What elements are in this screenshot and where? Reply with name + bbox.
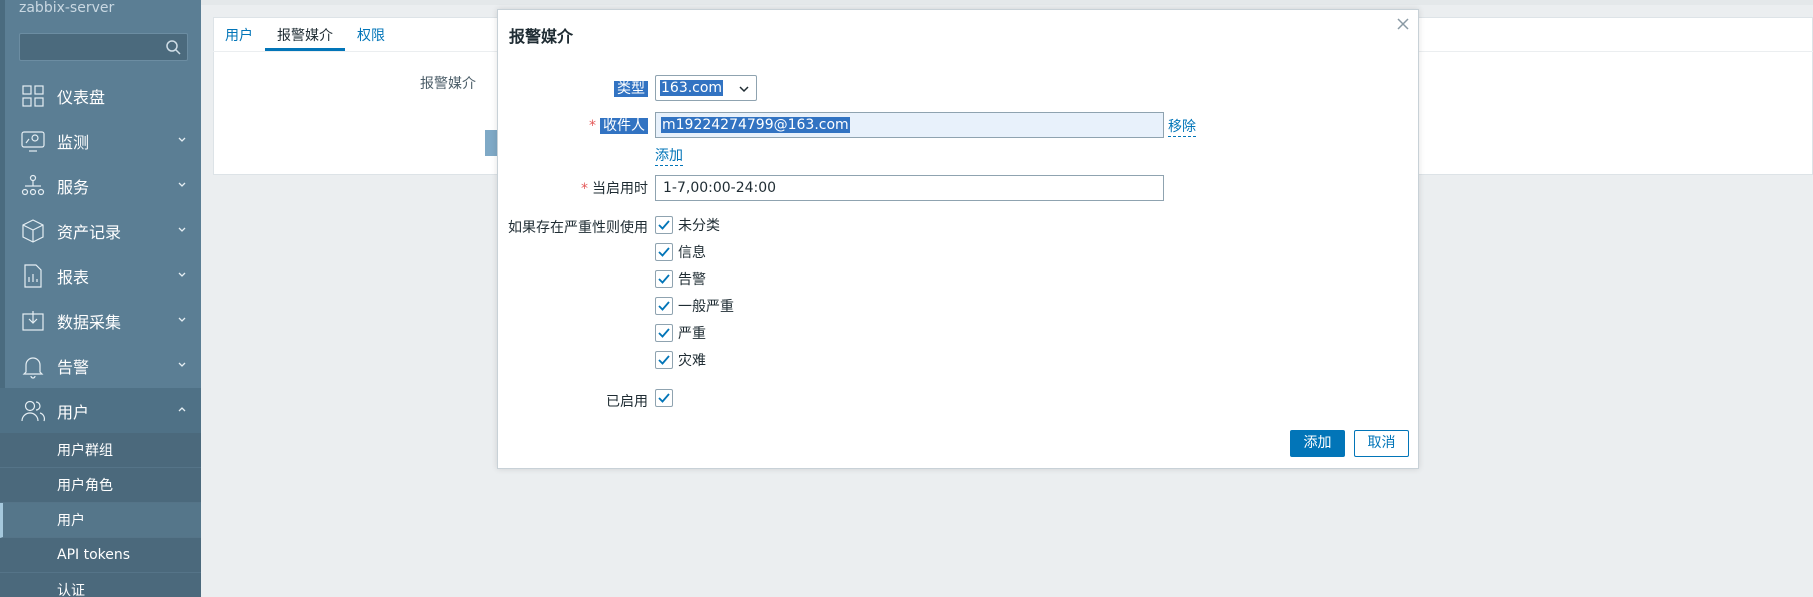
tab-media[interactable]: 报警媒介 [265,17,345,51]
severity-high[interactable]: 严重 [655,323,706,343]
tab-user[interactable]: 用户 [213,17,265,51]
add-recipient-link[interactable]: 添加 [655,145,683,166]
media-dialog: 报警媒介 类型 163.com * 收件人 m19224274799@163.co… [497,9,1419,469]
nav-data-collection[interactable]: 数据采集 [0,298,201,343]
tab-permissions[interactable]: 权限 [345,17,397,51]
nav-reports[interactable]: 报表 [0,253,201,298]
type-select[interactable]: 163.com [655,75,757,101]
chevron-down-icon [178,137,186,142]
chevron-down-icon [178,272,186,277]
bell-icon [22,356,44,379]
nav-users[interactable]: 用户 [0,388,201,433]
checkbox-checked[interactable] [655,243,673,261]
monitoring-icon [21,130,45,152]
checkbox-checked[interactable] [655,270,673,288]
chevron-down-icon [739,86,749,93]
enabled-checkbox[interactable] [655,389,678,407]
media-field-label: 报警媒介 [420,76,476,92]
recipient-label: * 收件人 [589,115,648,135]
nav-label: 数据采集 [57,312,122,332]
checkbox-checked[interactable] [655,324,673,342]
checkbox-checked[interactable] [655,297,673,315]
user-tabs: 用户 报警媒介 权限 [213,17,397,51]
top-strip [201,0,1813,5]
sub-user-roles[interactable]: 用户角色 [0,468,201,503]
nav-label: 告警 [57,357,90,377]
nav-label: 用户 [57,402,90,422]
severity-label: 如果存在严重性则使用 [508,220,648,236]
brand-label: zabbix-server [19,0,115,16]
nav-inventory[interactable]: 资产记录 [0,208,201,253]
recipient-value: m19224274799@163.com [661,117,850,133]
nav-label: 资产记录 [57,222,122,242]
search-input[interactable] [19,33,188,61]
severity-warning[interactable]: 告警 [655,269,706,289]
nav-services[interactable]: 服务 [0,163,201,208]
period-input[interactable]: 1-7,00:00-24:00 [655,175,1164,201]
cancel-button[interactable]: 取消 [1354,430,1409,457]
period-label: * 当启用时 [581,181,648,197]
nav-label: 仪表盘 [57,87,106,107]
checkbox-checked[interactable] [655,351,673,369]
period-value: 1-7,00:00-24:00 [663,180,777,196]
severity-not-classified[interactable]: 未分类 [655,215,720,235]
checkbox-checked[interactable] [655,216,673,234]
nav-label: 监测 [57,132,90,152]
search-icon[interactable] [165,39,181,55]
users-submenu: 用户群组 用户角色 用户 API tokens 认证 [0,433,201,597]
dashboard-icon [22,84,44,107]
dialog-title: 报警媒介 [509,27,574,46]
recipient-input[interactable]: m19224274799@163.com [655,112,1164,138]
reports-icon [24,263,42,288]
add-button[interactable]: 添加 [1290,430,1345,457]
nav-label: 报表 [57,267,90,287]
type-label: 类型 [614,78,648,98]
chevron-down-icon [178,227,186,232]
sub-user-groups[interactable]: 用户群组 [0,433,201,468]
chevron-up-icon [178,407,186,412]
enabled-label: 已启用 [606,394,648,410]
main-nav: 仪表盘 监测 服务 资产记录 报表 数据采集 告警 用户 用户群组 用户角色 用… [0,73,201,597]
inventory-icon [22,218,44,243]
sub-authentication[interactable]: 认证 [0,573,201,597]
type-value: 163.com [660,80,724,96]
chevron-down-icon [178,182,186,187]
sub-users[interactable]: 用户 [0,503,201,538]
users-icon [21,400,46,421]
chevron-down-icon [178,362,186,367]
remove-recipient-link[interactable]: 移除 [1168,116,1196,137]
close-icon[interactable] [1394,15,1412,33]
severity-disaster[interactable]: 灾难 [655,350,706,370]
chevron-down-icon [178,317,186,322]
severity-information[interactable]: 信息 [655,242,706,262]
checkbox-checked[interactable] [655,389,673,407]
nav-monitoring[interactable]: 监测 [0,118,201,163]
sub-api-tokens[interactable]: API tokens [0,538,201,573]
data-collection-icon [22,310,44,331]
severity-average[interactable]: 一般严重 [655,296,734,316]
nav-dashboard[interactable]: 仪表盘 [0,73,201,118]
services-icon [21,174,45,195]
nav-label: 服务 [57,177,90,197]
nav-alerts[interactable]: 告警 [0,343,201,388]
sidebar: zabbix-server 仪表盘 监测 服务 资产记录 报表 数据采集 告警 … [0,0,201,597]
